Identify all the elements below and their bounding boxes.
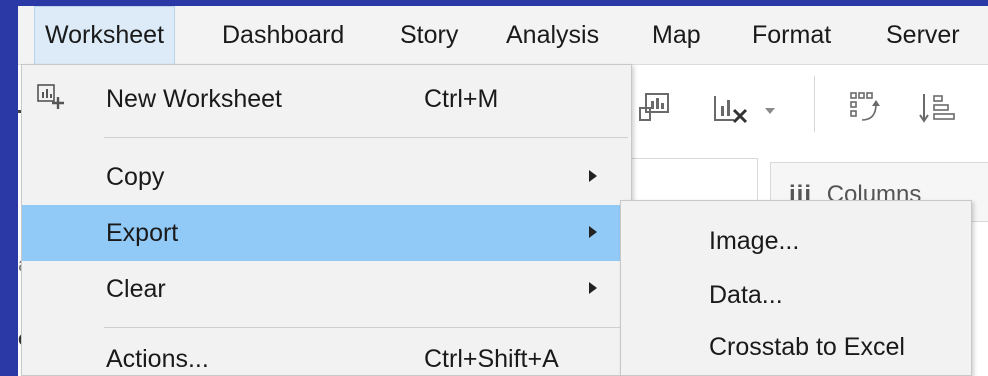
menu-item-label: Clear — [106, 275, 166, 303]
menu-item-new-worksheet[interactable]: New Worksheet Ctrl+M — [22, 71, 631, 127]
submenu-arrow-icon — [589, 226, 597, 238]
chevron-down-icon[interactable] — [764, 106, 776, 116]
menu-worksheet[interactable]: Worksheet — [34, 6, 176, 64]
sort-ascending-icon[interactable] — [918, 90, 958, 126]
menu-item-label: New Worksheet — [106, 85, 282, 113]
clear-sheet-icon[interactable] — [712, 92, 752, 126]
menu-separator — [104, 137, 628, 138]
export-submenu: Image... Data... Crosstab to Excel — [620, 200, 972, 376]
shortcut-label: Ctrl+M — [424, 85, 499, 113]
menu-dashboard[interactable]: Dashboard — [212, 6, 354, 64]
submenu-arrow-icon — [589, 170, 597, 182]
menu-item-actions[interactable]: Actions... Ctrl+Shift+A — [22, 331, 631, 376]
submenu-item-image[interactable]: Image... — [621, 213, 971, 265]
menu-format[interactable]: Format — [742, 6, 841, 64]
submenu-item-data[interactable]: Data... — [621, 267, 971, 319]
submenu-arrow-icon — [589, 282, 597, 294]
menu-separator — [104, 327, 628, 328]
menu-item-label: Export — [106, 219, 179, 247]
menu-item-copy[interactable]: Copy — [22, 149, 631, 205]
swap-rows-columns-icon[interactable] — [848, 90, 884, 126]
tableau-window: Worksheet Dashboard Story Analysis Map F… — [18, 6, 988, 376]
submenu-item-label: Crosstab to Excel — [709, 333, 905, 361]
menu-analysis[interactable]: Analysis — [496, 6, 609, 64]
shortcut-label: Ctrl+Shift+A — [424, 345, 559, 373]
worksheet-menu: New Worksheet Ctrl+M Copy Export Clear A… — [21, 64, 632, 376]
menu-item-export[interactable]: Export — [22, 205, 631, 261]
menu-item-clear[interactable]: Clear — [22, 261, 631, 317]
toolbar-divider — [814, 76, 815, 132]
menu-bar: Worksheet Dashboard Story Analysis Map F… — [18, 6, 988, 65]
menu-server[interactable]: Server — [876, 6, 970, 64]
menu-map[interactable]: Map — [642, 6, 711, 64]
new-worksheet-icon — [37, 84, 64, 109]
submenu-item-crosstab-to-excel[interactable]: Crosstab to Excel — [621, 319, 971, 371]
submenu-item-label: Data... — [709, 281, 783, 309]
menu-item-label: Copy — [106, 163, 165, 191]
menu-story[interactable]: Story — [390, 6, 468, 64]
menu-item-label: Actions... — [106, 345, 209, 373]
show-me-chart-icon[interactable] — [636, 90, 672, 126]
submenu-item-label: Image... — [709, 227, 800, 255]
